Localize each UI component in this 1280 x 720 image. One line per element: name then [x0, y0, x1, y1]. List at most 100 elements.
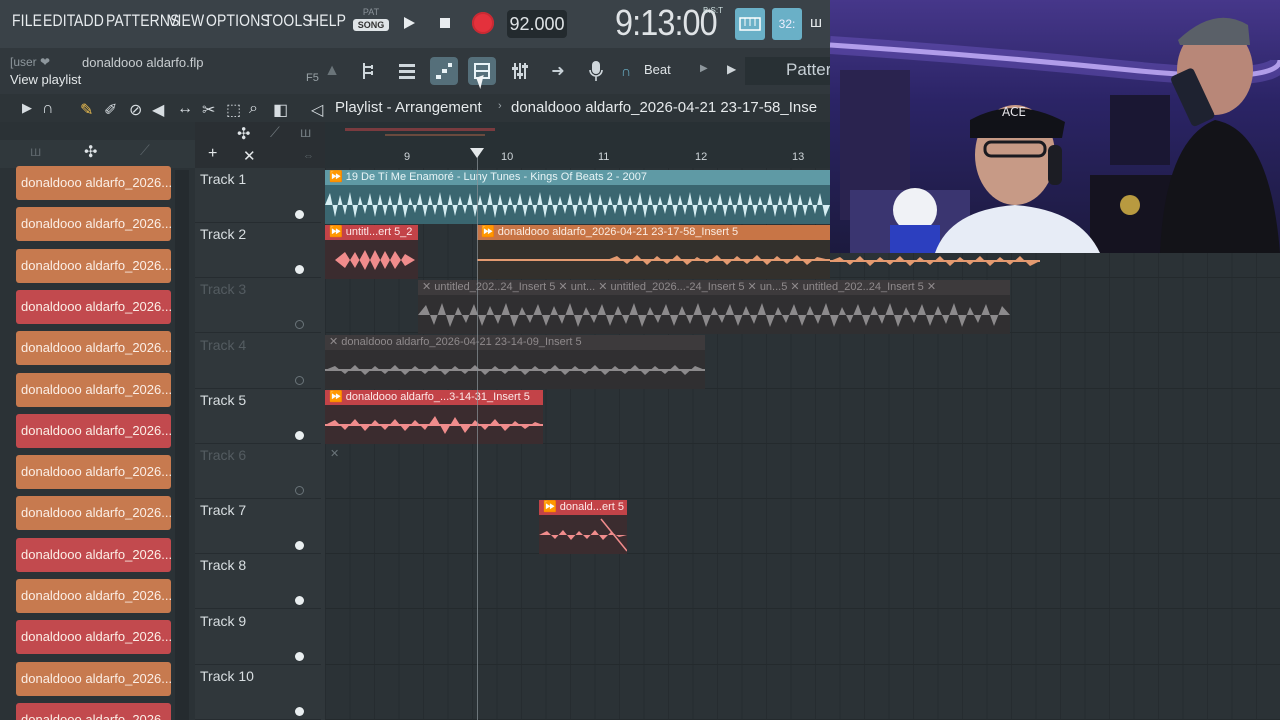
track-mute-led-icon[interactable] — [295, 486, 304, 495]
track-lane[interactable] — [325, 444, 1280, 499]
track-lane[interactable] — [325, 499, 1280, 555]
picker-audio-icon[interactable]: ✣ — [237, 124, 250, 144]
track-header[interactable]: Track 7 — [195, 499, 321, 555]
pattern-prev-icon[interactable]: ▶ — [727, 62, 736, 76]
playhead-marker-icon[interactable] — [470, 148, 484, 158]
overview-strip[interactable] — [325, 122, 830, 146]
snap-beat-selector[interactable]: Beat — [644, 62, 671, 77]
ruler-bar-9: 9 — [404, 151, 411, 163]
playback-tool-icon[interactable]: ◧ — [273, 100, 288, 120]
track-lane[interactable] — [325, 665, 1280, 720]
paint-tool-icon[interactable]: ✐ — [104, 100, 117, 120]
magnet-snap-icon[interactable]: ∩ — [42, 100, 54, 118]
picker-clip-item[interactable]: donaldooo aldarfo_2026... — [16, 496, 171, 531]
track-lane[interactable] — [325, 610, 1280, 665]
menu-tools[interactable]: TOOLS — [264, 11, 312, 31]
pat-song-toggle[interactable]: PAT SONG — [353, 7, 389, 41]
picker-clip-item[interactable]: donaldooo aldarfo_2026... — [16, 661, 171, 696]
audio-clip[interactable]: ⏩ untitl...ert 5_2 — [325, 225, 418, 279]
record-button[interactable] — [470, 10, 496, 36]
select-tool-icon[interactable]: ⬚ — [226, 100, 241, 120]
menu-edit[interactable]: EDIT — [43, 11, 75, 31]
clip-tail — [830, 253, 1040, 269]
picker-clip-item[interactable]: donaldooo aldarfo_2026... — [16, 248, 171, 283]
mute-tool-icon[interactable]: ◀ — [152, 100, 164, 120]
audio-clip[interactable]: ⏩ 19 De Tí Me Enamoré - Luny Tunes - Kin… — [325, 170, 830, 224]
picker-automation-icon[interactable]: ⟋ — [270, 124, 280, 141]
track-header[interactable]: Track 2 — [195, 223, 321, 279]
resize-icon[interactable]: ⇔ — [303, 150, 314, 162]
arrow-right-icon[interactable]: ➜ — [544, 57, 572, 85]
track-mute-led-icon[interactable] — [295, 320, 304, 330]
browser-tree-icon[interactable] — [356, 57, 384, 85]
menu-add[interactable]: ADD — [74, 11, 104, 31]
menu-help[interactable]: HELP — [309, 11, 346, 31]
zoom-tool-icon[interactable]: ⌕ — [249, 100, 258, 118]
menu-options[interactable]: OPTIONS — [206, 11, 270, 31]
track-mute-led-icon[interactable] — [295, 265, 304, 275]
audio-clip[interactable]: ⏩ donald...ert 5 — [539, 500, 627, 554]
step-edit-tile[interactable]: 32: — [772, 8, 802, 40]
track-header[interactable]: Track 10 — [195, 665, 321, 720]
playhead-line[interactable] — [477, 150, 478, 720]
picker-clip-item[interactable]: donaldooo aldarfo_2026... — [16, 537, 171, 572]
picker-automation-tab-icon[interactable]: ⟋ — [140, 142, 150, 159]
picker-clip-item[interactable]: donaldooo aldarfo_2026... — [16, 579, 171, 613]
track-lane[interactable] — [325, 554, 1280, 610]
picker-pattern-icon[interactable]: ш — [300, 124, 311, 140]
track-mute-led-icon[interactable] — [295, 430, 304, 440]
delete-tool-icon[interactable]: ⊘ — [129, 100, 142, 120]
muted-audio-clip[interactable]: ✕ donaldooo aldarfo_2026-04-21 23-14-09_… — [325, 335, 705, 389]
timeline-ruler[interactable] — [325, 146, 830, 168]
play-button[interactable] — [396, 10, 422, 36]
track-header[interactable]: Track 3 — [195, 278, 321, 334]
picker-scrollbar[interactable] — [175, 170, 189, 720]
track-mute-led-icon[interactable] — [295, 210, 304, 219]
picker-audio-tab-icon[interactable]: ✣ — [84, 142, 97, 162]
track-mute-led-icon[interactable] — [295, 596, 304, 606]
track-mute-led-icon[interactable] — [295, 706, 304, 716]
picker-clip-item[interactable]: donaldooo aldarfo_2026... — [16, 372, 171, 407]
channel-rack-icon[interactable] — [393, 57, 421, 85]
track-name: Track 7 — [200, 502, 247, 519]
speaker-icon[interactable]: ◁ — [311, 100, 323, 120]
track-header[interactable]: Track 9 — [195, 610, 321, 665]
picker-clip-item[interactable]: donaldooo aldarfo_2026... — [16, 289, 171, 324]
track-header[interactable]: Track 6 — [195, 444, 321, 499]
picker-clip-item[interactable]: donaldooo aldarfo_2026... — [16, 166, 171, 200]
picker-clip-item[interactable]: donaldooo aldarfo_2026... — [16, 702, 171, 720]
audio-clip[interactable]: ⏩ donaldooo aldarfo_...3-14-31_Insert 5 — [325, 390, 543, 444]
track-mute-led-icon[interactable] — [295, 651, 304, 661]
microphone-icon[interactable] — [582, 57, 610, 85]
add-track-icon[interactable]: + — [208, 145, 217, 163]
picker-clip-item[interactable]: donaldooo aldarfo_2026... — [16, 331, 171, 366]
picker-clip-item[interactable]: donaldooo aldarfo_2026... — [16, 413, 171, 448]
audio-clip[interactable]: ⏩ donaldooo aldarfo_2026-04-21 23-17-58_… — [477, 225, 830, 279]
clip-title: ⏩ donaldooo aldarfo_2026-04-21 23-17-58_… — [477, 225, 830, 240]
mixer-icon[interactable] — [506, 57, 534, 85]
tempo-display[interactable]: 92.000 — [507, 10, 567, 38]
picker-pattern-tab-icon[interactable]: ш — [30, 143, 41, 159]
snap-dropdown-icon[interactable]: ▶ — [700, 63, 708, 74]
picker-clip-item[interactable]: donaldooo aldarfo_2026... — [16, 620, 171, 655]
track-mute-led-icon[interactable] — [295, 541, 304, 551]
playlist-view-icon[interactable] — [430, 57, 458, 85]
menu-view[interactable]: VIEW — [168, 11, 204, 31]
muted-audio-clip[interactable]: ✕ untitled_202..24_Insert 5 ✕ unt... ✕ u… — [418, 280, 1010, 334]
slip-tool-icon[interactable]: ↔ — [177, 100, 193, 118]
picker-clip-item[interactable]: donaldooo aldarfo_2026... — [16, 207, 171, 242]
track-header[interactable]: Track 5 — [195, 389, 321, 444]
pencil-tool-icon[interactable]: ✎ — [80, 100, 93, 120]
track-header[interactable]: Track 1 — [195, 168, 321, 223]
menu-file[interactable]: FILE — [12, 11, 42, 31]
slice-tool-icon[interactable]: ✂ — [202, 100, 215, 120]
typing-keyboard-icon[interactable] — [735, 8, 765, 40]
stop-button[interactable] — [432, 10, 458, 36]
track-mute-led-icon[interactable] — [295, 375, 304, 385]
track-header[interactable]: Track 4 — [195, 334, 321, 389]
playlist-menu-arrow-icon[interactable]: ▶ — [22, 100, 32, 116]
empty-clip-marker-icon: ✕ — [330, 448, 340, 460]
picker-clip-item[interactable]: donaldooo aldarfo_2026... — [16, 455, 171, 490]
track-header[interactable]: Track 8 — [195, 554, 321, 610]
remove-track-icon[interactable]: ✕ — [243, 147, 256, 165]
